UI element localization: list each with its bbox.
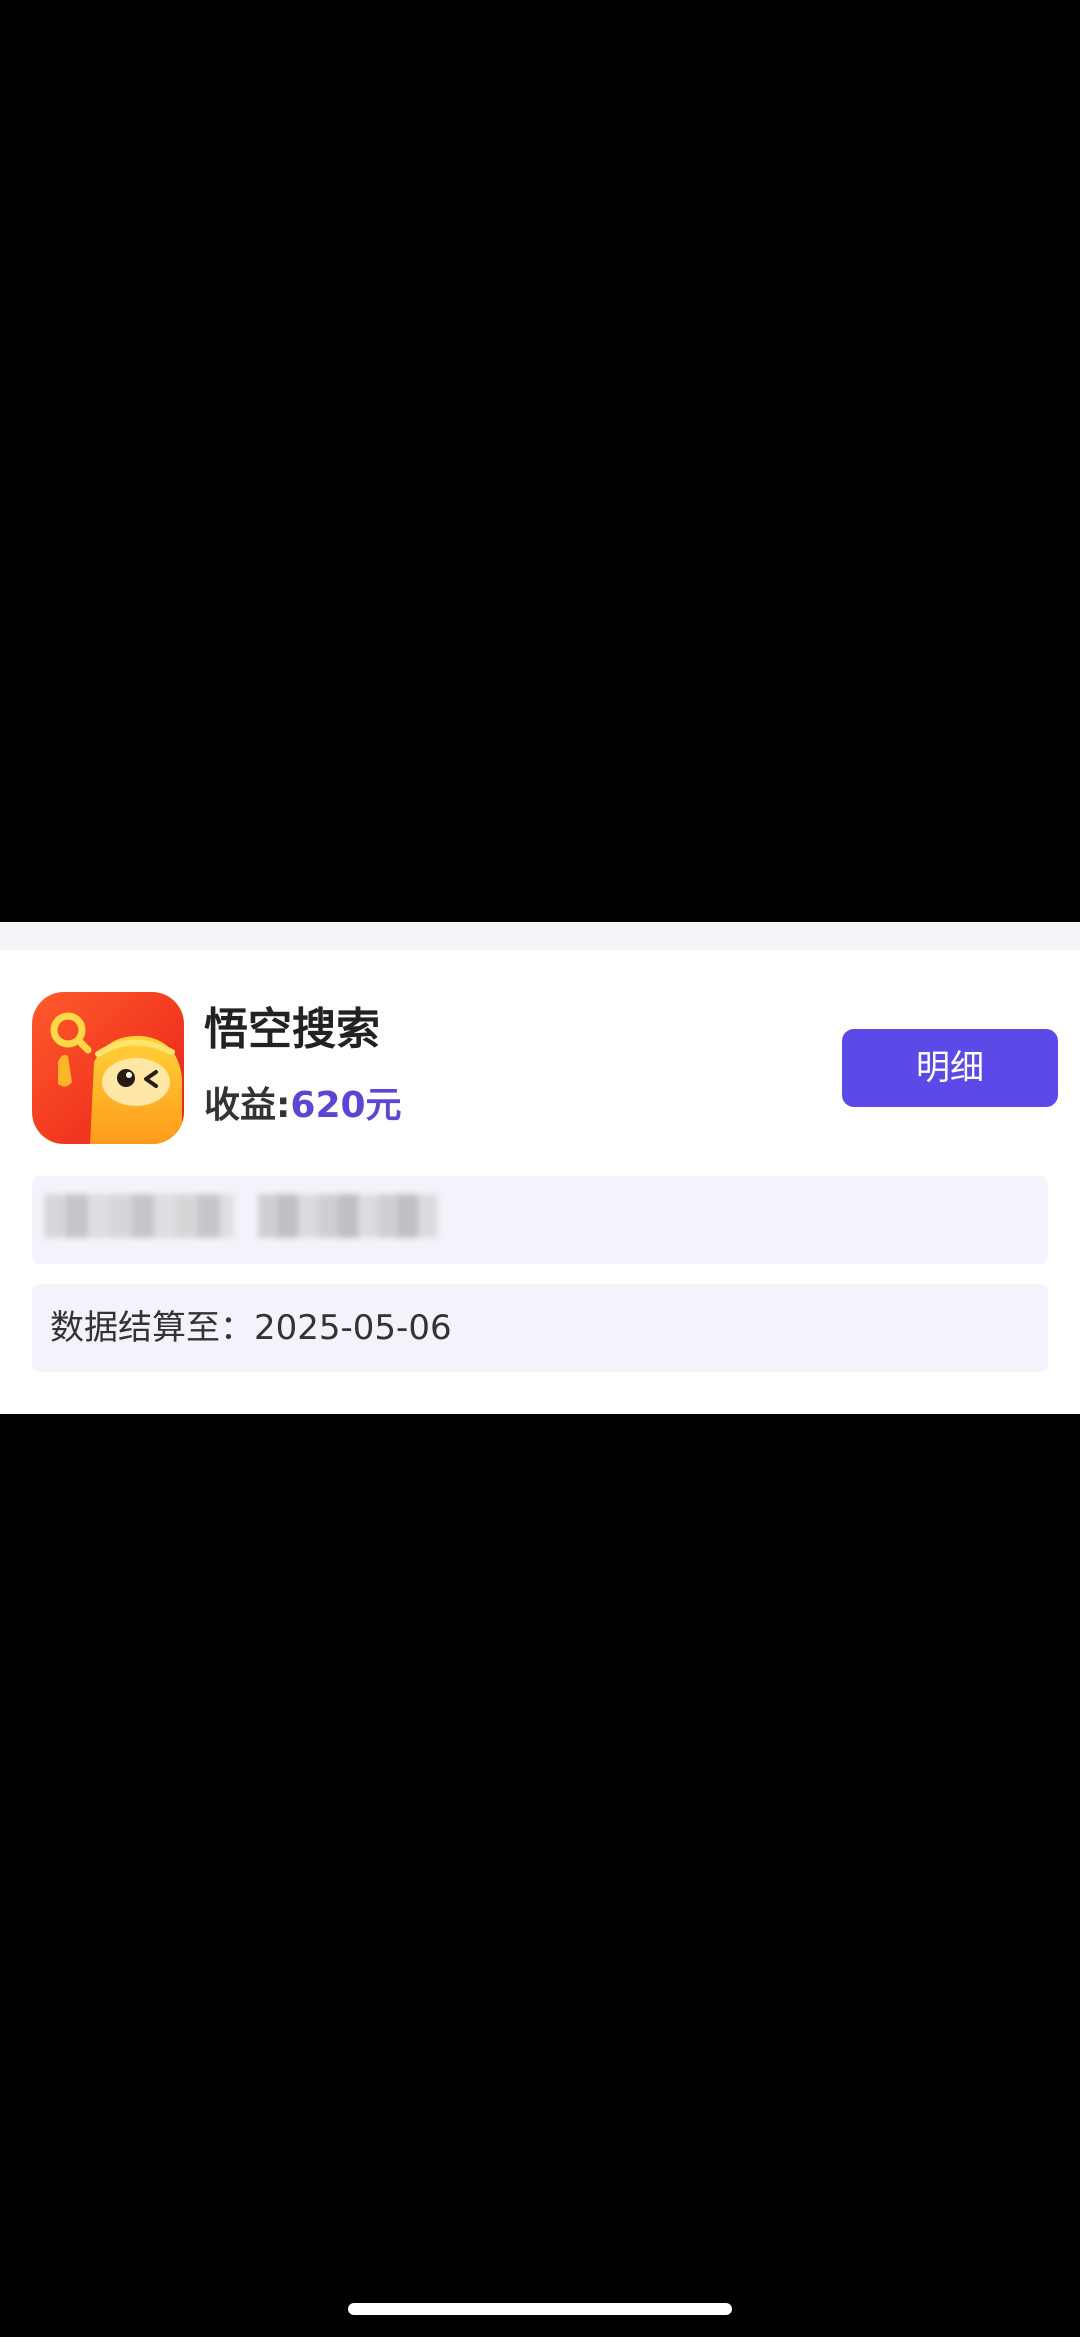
redacted-block	[44, 1194, 234, 1238]
settlement-row: 数据结算至：2025-05-06	[32, 1284, 1048, 1372]
redacted-block	[258, 1194, 438, 1238]
settlement-date: 数据结算至：2025-05-06	[50, 1308, 452, 1348]
home-indicator[interactable]	[348, 2303, 732, 2315]
redacted-info-row	[32, 1176, 1048, 1264]
earnings-value: 620元	[290, 1085, 402, 1126]
earnings-summary: 收益:620元	[204, 1082, 402, 1130]
earnings-label: 收益:	[204, 1085, 291, 1126]
wukong-search-app-icon	[32, 992, 184, 1144]
card-top-divider	[0, 922, 1080, 950]
detail-button[interactable]: 明细	[842, 1029, 1058, 1107]
earnings-card: 悟空搜索 收益:620元 明细 数据结算至：2025-05-06	[0, 922, 1080, 1414]
app-name: 悟空搜索	[204, 1004, 380, 1055]
